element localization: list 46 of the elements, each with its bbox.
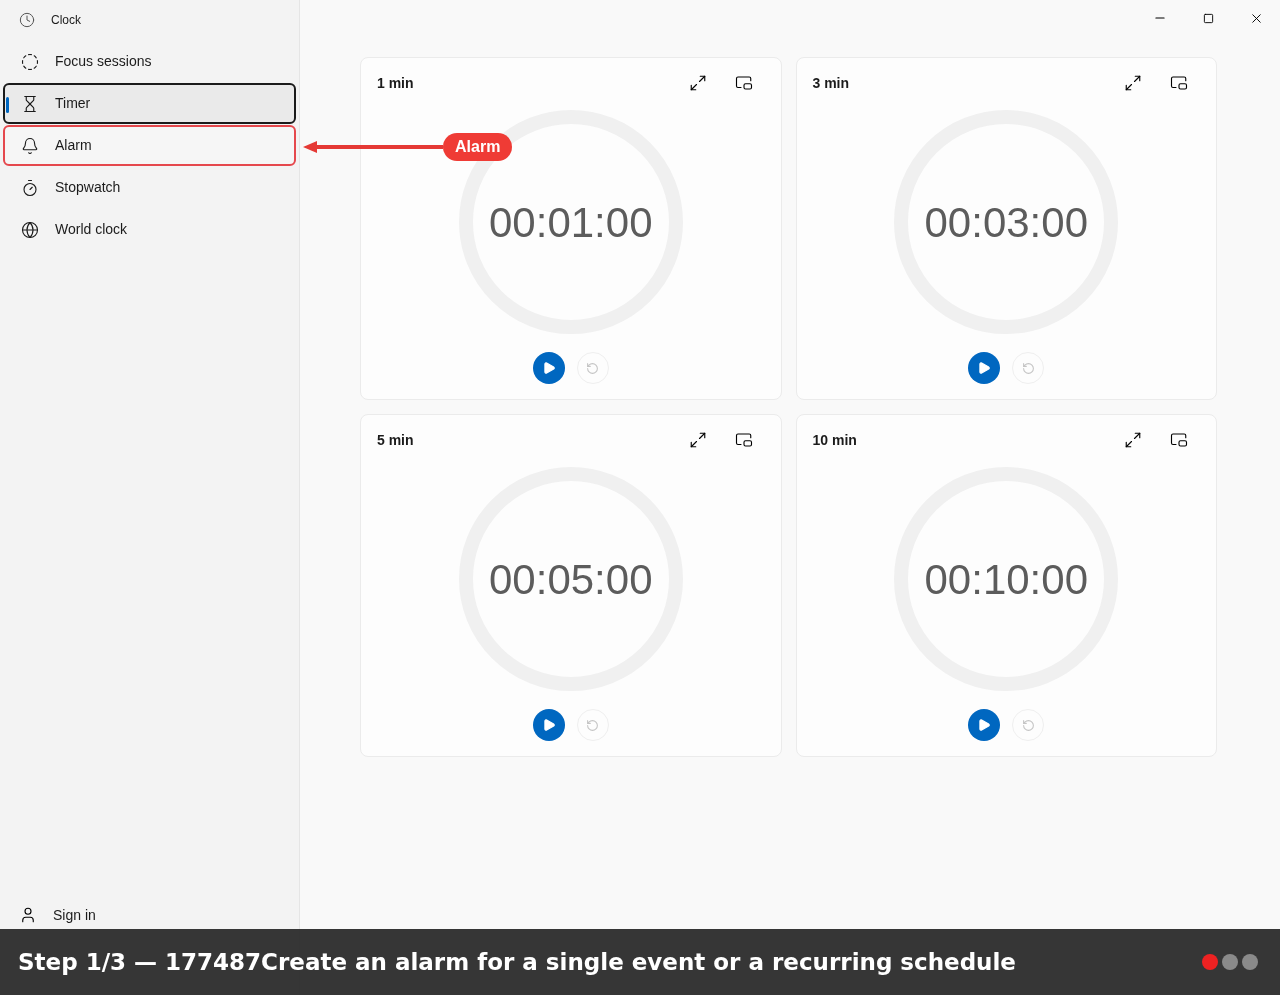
sidebar-item[interactable]: Timer: [3, 83, 296, 124]
sidebar-item[interactable]: Focus sessions: [3, 41, 296, 82]
sign-in-button[interactable]: Sign in: [3, 903, 296, 927]
play-button[interactable]: [532, 709, 565, 741]
play-button[interactable]: [968, 709, 1001, 741]
maximize-icon: [1202, 12, 1214, 24]
sidebar-item[interactable]: World clock: [3, 209, 296, 250]
reset-icon: [1021, 718, 1035, 732]
reset-icon: [586, 718, 600, 732]
picture-in-picture-icon: [1170, 74, 1188, 92]
clock-icon: [19, 12, 35, 28]
timer-time: 00:03:00: [924, 197, 1088, 248]
play-icon: [541, 361, 556, 375]
globe-icon: [21, 220, 39, 239]
annotation-label: Alarm: [443, 133, 513, 161]
play-icon: [541, 718, 556, 732]
focus-icon: [21, 52, 39, 71]
expand-icon: [688, 74, 707, 92]
window-title: Clock: [51, 12, 81, 29]
timer-time: 00:05:00: [489, 554, 653, 605]
hourglass-icon: [21, 94, 39, 113]
sidebar-item[interactable]: Alarm: [3, 125, 296, 166]
bell-icon: [21, 136, 39, 155]
expand-icon: [1124, 74, 1142, 92]
picture-in-picture-icon: [734, 431, 753, 449]
picture-in-picture-icon: [734, 74, 753, 92]
caption-text: Step 1/3 — 177487Create an alarm for a single event or a recurring schedule: [18, 947, 1016, 977]
timer-title: 5 min: [377, 430, 414, 450]
expand-icon: [688, 431, 707, 449]
timer-title: 1 min: [377, 73, 414, 93]
reset-icon: [1021, 361, 1035, 375]
sidebar-item[interactable]: Stopwatch: [3, 167, 296, 208]
play-button[interactable]: [968, 352, 1001, 384]
person-icon: [19, 906, 37, 924]
play-button[interactable]: [532, 352, 565, 384]
timer-title: 3 min: [812, 73, 850, 93]
expand-icon: [1124, 431, 1142, 449]
timer-title: 10 min: [812, 430, 857, 450]
reset-icon: [586, 361, 600, 375]
play-icon: [977, 361, 992, 375]
timer-time: 00:10:00: [924, 554, 1088, 605]
play-icon: [977, 718, 992, 732]
timer-time: 00:01:00: [489, 197, 653, 248]
stopwatch-icon: [21, 178, 39, 197]
selection-indicator: [6, 97, 9, 113]
picture-in-picture-icon: [1170, 431, 1188, 449]
